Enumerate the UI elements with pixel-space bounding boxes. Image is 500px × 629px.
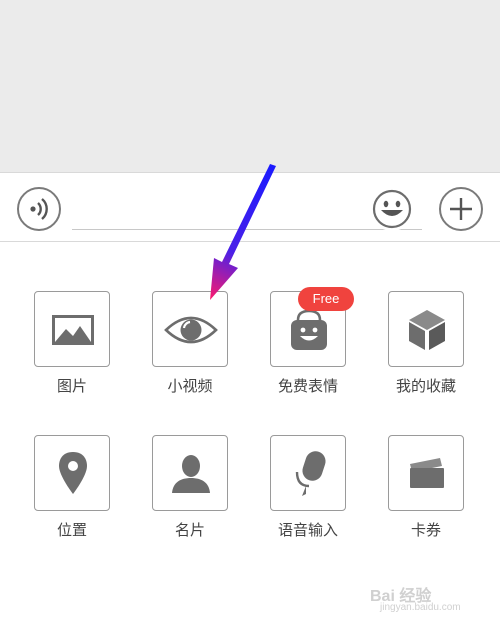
tool-image-box[interactable] xyxy=(34,291,110,367)
emoji-button[interactable] xyxy=(370,187,414,231)
tool-favorites-label: 我的收藏 xyxy=(395,377,456,395)
tool-free-stickers[interactable]: Free 免费表情 xyxy=(270,287,354,396)
tool-contact-card[interactable]: 名片 xyxy=(152,435,232,540)
tool-contact-card-box[interactable] xyxy=(152,435,228,511)
tool-coupons-label: 卡券 xyxy=(410,521,441,539)
tool-favorites-box[interactable] xyxy=(388,291,464,367)
tool-favorites[interactable]: 我的收藏 xyxy=(388,291,468,396)
chat-input-bar xyxy=(0,172,500,242)
eye-icon xyxy=(164,316,218,344)
image-icon xyxy=(52,315,94,345)
tool-short-video[interactable]: 小视频 xyxy=(152,291,232,396)
tool-coupons-box[interactable] xyxy=(388,435,464,511)
tool-location-box[interactable] xyxy=(34,435,110,511)
chat-message-area xyxy=(0,0,500,172)
tool-voice-input[interactable]: 语音输入 xyxy=(270,435,350,540)
tool-short-video-label: 小视频 xyxy=(167,377,213,395)
tool-free-stickers-label: 免费表情 xyxy=(277,377,338,395)
voice-waves-icon xyxy=(30,198,48,220)
tool-coupons[interactable]: 卡券 xyxy=(388,435,468,540)
tool-contact-card-label: 名片 xyxy=(174,521,205,539)
tool-image-label: 图片 xyxy=(56,377,87,395)
tool-image[interactable]: 图片 xyxy=(34,291,114,396)
card-ticket-icon xyxy=(410,458,444,488)
smiley-face-icon xyxy=(372,189,412,229)
tool-location-label: 位置 xyxy=(56,521,87,539)
tool-location[interactable]: 位置 xyxy=(34,435,114,540)
voice-button[interactable] xyxy=(17,187,61,231)
cube-icon xyxy=(409,310,445,350)
tool-voice-input-label: 语音输入 xyxy=(277,521,338,539)
tool-short-video-box[interactable] xyxy=(152,291,228,367)
location-pin-icon xyxy=(59,452,87,494)
plus-icon xyxy=(450,198,472,220)
free-badge: Free xyxy=(298,287,354,311)
tool-voice-input-box[interactable] xyxy=(270,435,346,511)
more-functions-button[interactable] xyxy=(439,187,483,231)
more-functions-panel: 图片 小视频 Free 免费表情 我的收藏 位置 名片 语音输入 卡券 xyxy=(0,243,500,629)
microphone-icon xyxy=(295,451,326,496)
contact-person-icon xyxy=(172,455,210,493)
